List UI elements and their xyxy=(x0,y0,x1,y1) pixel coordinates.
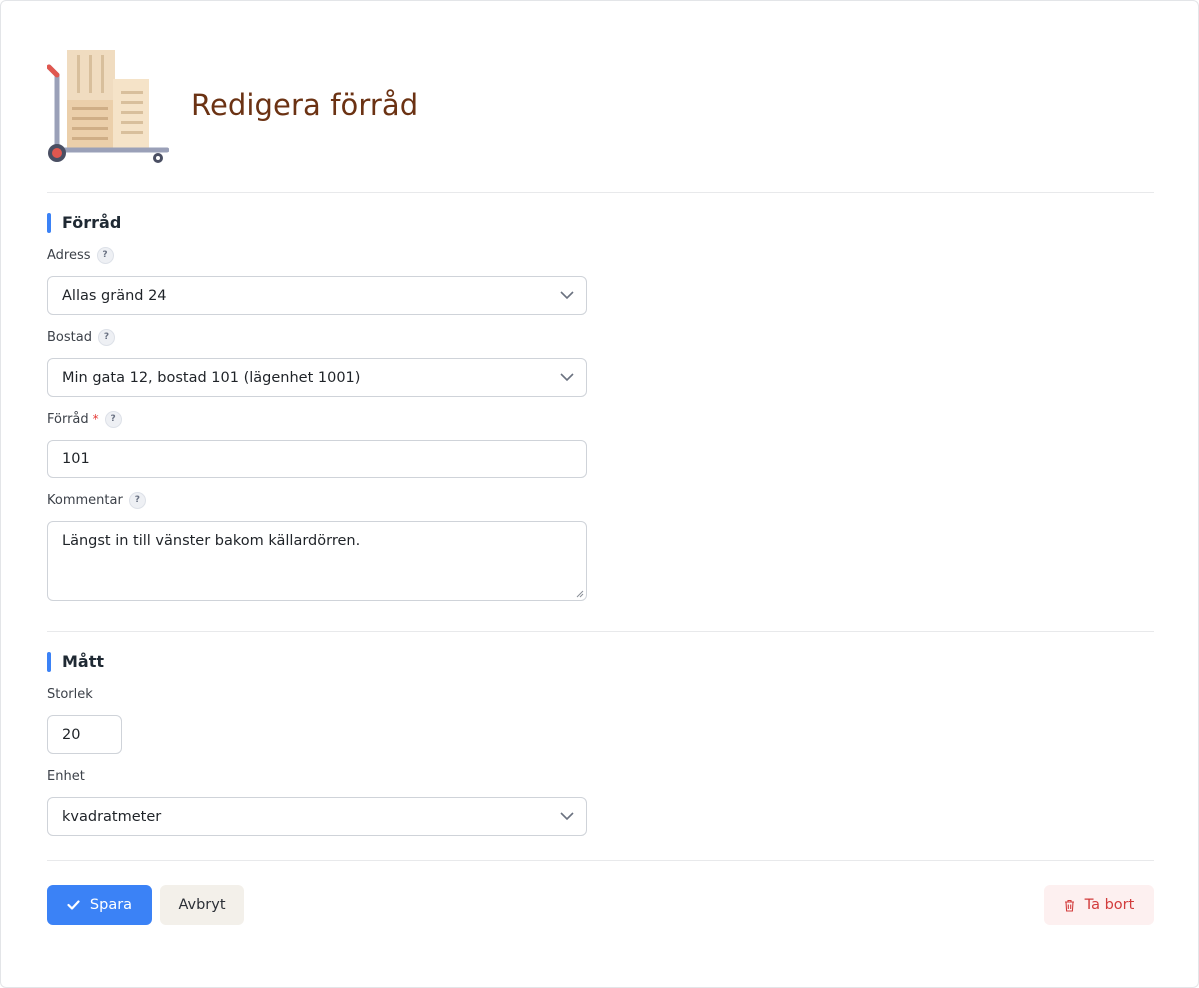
address-select[interactable]: Allas gränd 24 xyxy=(47,276,587,315)
housing-select[interactable]: Min gata 12, bostad 101 (lägenhet 1001) xyxy=(47,358,587,397)
housing-select-value: Min gata 12, bostad 101 (lägenhet 1001) xyxy=(62,369,361,386)
section-title-storage: Förråd xyxy=(47,213,121,233)
chevron-down-icon xyxy=(560,373,574,382)
hand-truck-boxes-icon xyxy=(47,50,169,163)
storage-label: Förråd * ? xyxy=(47,410,122,428)
edit-storage-card: Redigera förråd Förråd Adress ? Allas gr… xyxy=(0,0,1199,988)
comment-textarea-value: Längst in till vänster bakom källardörre… xyxy=(62,533,361,549)
address-label-text: Adress xyxy=(47,247,91,263)
storage-input[interactable]: 101 xyxy=(47,440,587,478)
unit-select-value: kvadratmeter xyxy=(62,808,162,825)
trash-icon xyxy=(1064,899,1074,912)
chevron-down-icon xyxy=(560,812,574,821)
size-input[interactable]: 20 xyxy=(47,715,122,754)
delete-button[interactable]: Ta bort xyxy=(1044,885,1154,925)
section-title-dimensions: Mått xyxy=(47,652,104,672)
header-divider xyxy=(47,192,1154,193)
unit-label: Enhet xyxy=(47,767,85,785)
save-button[interactable]: Spara xyxy=(47,885,152,925)
comment-label: Kommentar ? xyxy=(47,491,146,509)
help-icon[interactable]: ? xyxy=(96,246,114,264)
resize-handle-icon[interactable] xyxy=(576,590,584,598)
footer-divider xyxy=(47,860,1154,861)
storage-label-text: Förråd xyxy=(47,411,89,427)
address-label: Adress ? xyxy=(47,246,114,264)
page-title: Redigera förråd xyxy=(191,88,419,122)
comment-textarea[interactable]: Längst in till vänster bakom källardörre… xyxy=(47,521,587,601)
chevron-down-icon xyxy=(560,291,574,300)
size-label: Storlek xyxy=(47,685,93,703)
comment-label-text: Kommentar xyxy=(47,492,123,508)
address-select-value: Allas gränd 24 xyxy=(62,287,167,304)
size-input-value: 20 xyxy=(62,726,81,743)
unit-select[interactable]: kvadratmeter xyxy=(47,797,587,836)
size-label-text: Storlek xyxy=(47,686,93,702)
cancel-button[interactable]: Avbryt xyxy=(160,885,244,925)
delete-button-label: Ta bort xyxy=(1084,897,1135,913)
unit-label-text: Enhet xyxy=(47,768,85,784)
help-icon[interactable]: ? xyxy=(97,328,115,346)
storage-input-value: 101 xyxy=(62,451,90,467)
housing-label-text: Bostad xyxy=(47,329,92,345)
housing-label: Bostad ? xyxy=(47,328,115,346)
help-icon[interactable]: ? xyxy=(104,410,122,428)
cancel-button-label: Avbryt xyxy=(178,897,226,913)
page-header: Redigera förråd xyxy=(47,45,1154,192)
section-divider xyxy=(47,631,1154,632)
save-button-label: Spara xyxy=(89,897,133,913)
required-marker: * xyxy=(92,412,99,426)
checkmark-icon xyxy=(67,900,80,910)
help-icon[interactable]: ? xyxy=(128,491,146,509)
